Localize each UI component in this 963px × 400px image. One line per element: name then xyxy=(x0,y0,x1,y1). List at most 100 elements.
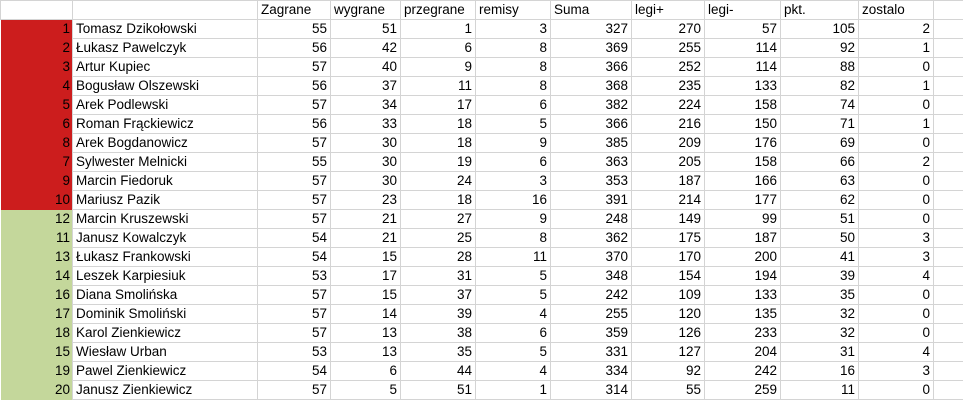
przegrane-cell[interactable]: 39 xyxy=(400,304,476,324)
legi-minus-cell[interactable]: 133 xyxy=(704,285,781,305)
zagrane-cell[interactable]: 57 xyxy=(257,171,331,191)
wygrane-cell[interactable]: 15 xyxy=(330,285,401,305)
legi-plus-cell[interactable]: 175 xyxy=(631,228,705,248)
extra-cell[interactable]: 10 xyxy=(933,190,963,210)
legi-minus-cell[interactable]: 204 xyxy=(704,342,781,362)
legi-plus-cell[interactable]: 252 xyxy=(631,57,705,77)
legi-plus-cell[interactable]: 120 xyxy=(631,304,705,324)
zagrane-cell[interactable]: 55 xyxy=(257,19,331,39)
przegrane-cell[interactable]: 18 xyxy=(400,190,476,210)
legi-minus-cell[interactable]: 158 xyxy=(704,152,781,172)
zagrane-cell[interactable]: 57 xyxy=(257,133,331,153)
zagrane-cell[interactable]: 57 xyxy=(257,380,331,400)
rank-cell[interactable]: 11 xyxy=(0,228,73,248)
header-cell-przegrane[interactable]: przegrane xyxy=(400,0,476,20)
zagrane-cell[interactable]: 54 xyxy=(257,247,331,267)
przegrane-cell[interactable]: 18 xyxy=(400,133,476,153)
wygrane-cell[interactable]: 40 xyxy=(330,57,401,77)
przegrane-cell[interactable]: 18 xyxy=(400,114,476,134)
header-cell-legi-minus[interactable]: legi- xyxy=(704,0,781,20)
legi-minus-cell[interactable]: 150 xyxy=(704,114,781,134)
legi-plus-cell[interactable]: 92 xyxy=(631,361,705,381)
pkt-cell[interactable]: 32 xyxy=(780,304,859,324)
player-name-cell[interactable]: Marcin Kruszewski xyxy=(72,209,258,229)
rank-cell[interactable]: 10 xyxy=(0,190,73,210)
remisy-cell[interactable]: 5 xyxy=(475,285,551,305)
zagrane-cell[interactable]: 57 xyxy=(257,209,331,229)
legi-plus-cell[interactable]: 55 xyxy=(631,380,705,400)
zagrane-cell[interactable]: 57 xyxy=(257,95,331,115)
player-name-cell[interactable]: Sylwester Melnicki xyxy=(72,152,258,172)
header-cell-zostalo[interactable]: zostalo xyxy=(858,0,934,20)
legi-plus-cell[interactable]: 270 xyxy=(631,19,705,39)
zostalo-cell[interactable]: 2 xyxy=(858,19,934,39)
pkt-cell[interactable]: 39 xyxy=(780,266,859,286)
legi-minus-cell[interactable]: 133 xyxy=(704,76,781,96)
player-name-cell[interactable]: Roman Frąckiewicz xyxy=(72,114,258,134)
przegrane-cell[interactable]: 37 xyxy=(400,285,476,305)
zostalo-cell[interactable]: 0 xyxy=(858,133,934,153)
legi-minus-cell[interactable]: 177 xyxy=(704,190,781,210)
zagrane-cell[interactable]: 56 xyxy=(257,114,331,134)
legi-plus-cell[interactable]: 109 xyxy=(631,285,705,305)
remisy-cell[interactable]: 6 xyxy=(475,152,551,172)
header-cell-extra[interactable] xyxy=(933,0,963,20)
legi-plus-cell[interactable]: 255 xyxy=(631,38,705,58)
remisy-cell[interactable]: 16 xyxy=(475,190,551,210)
zostalo-cell[interactable]: 1 xyxy=(858,38,934,58)
zagrane-cell[interactable]: 54 xyxy=(257,361,331,381)
przegrane-cell[interactable]: 25 xyxy=(400,228,476,248)
legi-plus-cell[interactable]: 216 xyxy=(631,114,705,134)
pkt-cell[interactable]: 63 xyxy=(780,171,859,191)
rank-cell[interactable]: 1 xyxy=(0,19,73,39)
suma-cell[interactable]: 391 xyxy=(550,190,632,210)
zostalo-cell[interactable]: 4 xyxy=(858,342,934,362)
rank-cell[interactable]: 20 xyxy=(0,380,73,400)
zostalo-cell[interactable]: 0 xyxy=(858,171,934,191)
suma-cell[interactable]: 359 xyxy=(550,323,632,343)
player-name-cell[interactable]: Pawel Zienkiewicz xyxy=(72,361,258,381)
header-cell-name[interactable] xyxy=(72,0,258,20)
wygrane-cell[interactable]: 30 xyxy=(330,133,401,153)
player-name-cell[interactable]: Dominik Smoliński xyxy=(72,304,258,324)
pkt-cell[interactable]: 31 xyxy=(780,342,859,362)
legi-minus-cell[interactable]: 99 xyxy=(704,209,781,229)
suma-cell[interactable]: 362 xyxy=(550,228,632,248)
legi-minus-cell[interactable]: 114 xyxy=(704,57,781,77)
legi-minus-cell[interactable]: 57 xyxy=(704,19,781,39)
legi-plus-cell[interactable]: 149 xyxy=(631,209,705,229)
pkt-cell[interactable]: 66 xyxy=(780,152,859,172)
zagrane-cell[interactable]: 55 xyxy=(257,152,331,172)
legi-minus-cell[interactable]: 158 xyxy=(704,95,781,115)
legi-plus-cell[interactable]: 126 xyxy=(631,323,705,343)
pkt-cell[interactable]: 16 xyxy=(780,361,859,381)
rank-cell[interactable]: 5 xyxy=(0,95,73,115)
player-name-cell[interactable]: Łukasz Frankowski xyxy=(72,247,258,267)
player-name-cell[interactable]: Łukasz Pawelczyk xyxy=(72,38,258,58)
player-name-cell[interactable]: Artur Kupiec xyxy=(72,57,258,77)
przegrane-cell[interactable]: 24 xyxy=(400,171,476,191)
player-name-cell[interactable]: Janusz Kowalczyk xyxy=(72,228,258,248)
remisy-cell[interactable]: 8 xyxy=(475,228,551,248)
remisy-cell[interactable]: 5 xyxy=(475,342,551,362)
suma-cell[interactable]: 353 xyxy=(550,171,632,191)
zostalo-cell[interactable]: 0 xyxy=(858,380,934,400)
pkt-cell[interactable]: 105 xyxy=(780,19,859,39)
rank-cell[interactable]: 12 xyxy=(0,209,73,229)
player-name-cell[interactable]: Mariusz Pazik xyxy=(72,190,258,210)
suma-cell[interactable]: 242 xyxy=(550,285,632,305)
pkt-cell[interactable]: 51 xyxy=(780,209,859,229)
extra-cell[interactable]: 0 xyxy=(933,209,963,229)
player-name-cell[interactable]: Marcin Fiedoruk xyxy=(72,171,258,191)
player-name-cell[interactable]: Bogusław Olszewski xyxy=(72,76,258,96)
player-name-cell[interactable]: Diana Smolińska xyxy=(72,285,258,305)
pkt-cell[interactable]: 41 xyxy=(780,247,859,267)
header-cell-legi-plus[interactable]: legi+ xyxy=(631,0,705,20)
wygrane-cell[interactable]: 6 xyxy=(330,361,401,381)
legi-plus-cell[interactable]: 224 xyxy=(631,95,705,115)
legi-minus-cell[interactable]: 166 xyxy=(704,171,781,191)
suma-cell[interactable]: 331 xyxy=(550,342,632,362)
extra-cell[interactable]: 0 xyxy=(933,380,963,400)
zostalo-cell[interactable]: 0 xyxy=(858,190,934,210)
header-cell-suma[interactable]: Suma xyxy=(550,0,632,20)
